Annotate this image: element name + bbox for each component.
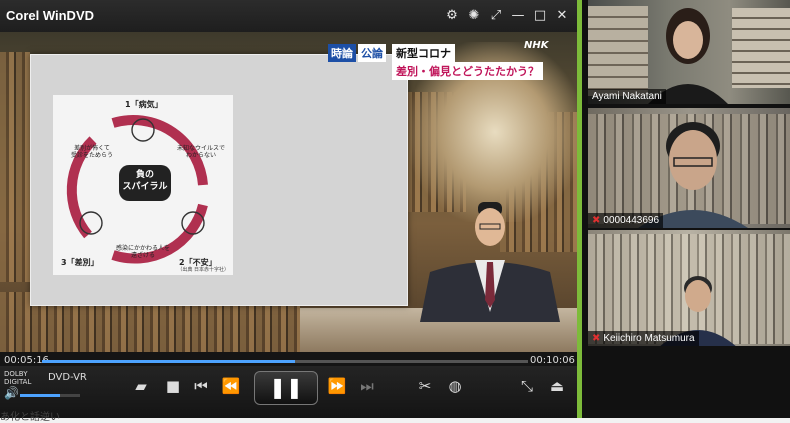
resize-icon[interactable]: ⤢ [488, 8, 504, 24]
participant-tile-3[interactable]: ✖ Keiichiro Matsumura [588, 230, 790, 346]
note-left: 差別が怖くて 受診をためらう [70, 145, 113, 159]
tools-icon[interactable]: ✂ [414, 376, 436, 396]
source-note: （出典 日本赤十字社） [177, 267, 229, 273]
network-icon[interactable]: ✺ [466, 8, 482, 24]
participant-name: ✖ 0000443696 [588, 213, 664, 228]
progress-row [0, 352, 580, 366]
infographic-panel: 1「病気」 2「不安」 3「差別」 負の スパイラル 差別が怖くて 受診をためらう … [30, 54, 408, 306]
participant-name: Ayami Nakatani [588, 89, 666, 104]
seek-bar-fill [42, 360, 295, 363]
speaker-icon[interactable]: 🔊 [4, 386, 19, 400]
dvd-player-window: Corel WinDVD ⚙ ✺ ⤢ — □ ✕ 1「病気」 2「不安」 3「差… [0, 0, 580, 418]
minimize-icon[interactable]: — [510, 8, 526, 24]
step-3-label: 3「差別」 [61, 258, 99, 267]
maximize-icon[interactable]: □ [532, 8, 548, 24]
caption-subheadline: 差別・偏見とどうたたかう？ [392, 62, 543, 80]
broadcaster-logo: NHK [524, 40, 549, 51]
eject-icon[interactable]: ⏏ [546, 376, 568, 396]
volume-slider-fill [20, 394, 60, 397]
participant-tile-2[interactable]: ✖ 0000443696 [588, 108, 790, 228]
video-frame[interactable]: 1「病気」 2「不安」 3「差別」 負の スパイラル 差別が怖くて 受診をためらう … [0, 32, 580, 352]
stop-icon[interactable]: ■ [162, 376, 184, 396]
participant-video [638, 122, 748, 228]
audio-settings-icon[interactable]: ◍ [444, 376, 466, 396]
next-chapter-icon[interactable]: ⏭ [356, 376, 378, 396]
previous-chapter-icon[interactable]: ⏮ [190, 376, 212, 396]
spiral-center-label: 負の スパイラル [119, 165, 171, 201]
bookshelf [588, 6, 648, 96]
gear-icon[interactable]: ⚙ [444, 8, 460, 24]
bookshelf [732, 8, 790, 88]
bookshelf-left [0, 52, 30, 282]
caption-tag-jiron: 時論 [328, 44, 356, 62]
fast-forward-icon[interactable]: ⏩ [326, 376, 348, 396]
step-1-label: 1「病気」 [125, 100, 163, 109]
fullscreen-icon[interactable]: ⤡ [516, 376, 538, 396]
title-bar[interactable]: Corel WinDVD ⚙ ✺ ⤢ — □ ✕ [0, 0, 580, 32]
background-text: あ化と話逆い [0, 412, 60, 423]
window-title: Corel WinDVD [6, 8, 94, 23]
caption-overlay: 時論 公論 新型コロナ 差別・偏見とどうたたかう？ NHK [326, 40, 556, 80]
open-folder-icon[interactable]: ▰ [130, 376, 152, 396]
caption-headline: 新型コロナ [392, 44, 455, 62]
disc-format: DVD-VR [48, 372, 87, 383]
rewind-icon[interactable]: ⏪ [220, 376, 242, 396]
caption-tag-koron: 公論 [358, 44, 386, 62]
note-bottom: 感染にかかわる人を 遠ざける [115, 245, 170, 259]
dolby-logo: DOLBY DIGITAL [4, 370, 32, 386]
close-icon[interactable]: ✕ [554, 8, 570, 24]
total-time: 00:10:06 [530, 355, 575, 366]
pause-button[interactable]: ❚❚ [254, 371, 318, 405]
participant-name: ✖ Keiichiro Matsumura [588, 331, 699, 346]
participant-grid: Ayami Nakatani ✖ 0000443696 ✖ Keiichiro Ma… [582, 0, 790, 418]
microphone-muted-icon: ✖ [592, 215, 601, 226]
control-bar: ▰ ■ ⏮ ⏪ ❚❚ ⏩ ⏭ ✂ ◍ ⤡ ⏏ [0, 366, 580, 418]
microphone-muted-icon: ✖ [592, 333, 601, 344]
participant-tile-1[interactable]: Ayami Nakatani [588, 0, 790, 104]
note-right: 未知なウイルスで わからない [176, 145, 225, 159]
news-anchor [420, 202, 560, 322]
spiral-infographic: 1「病気」 2「不安」 3「差別」 負の スパイラル 差別が怖くて 受診をためらう … [53, 95, 233, 275]
